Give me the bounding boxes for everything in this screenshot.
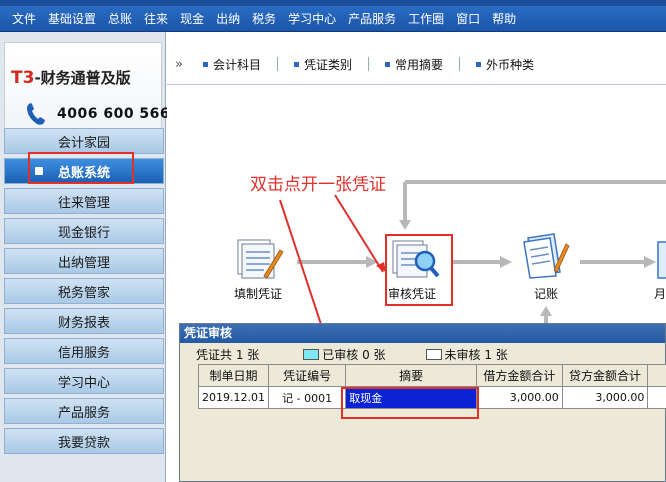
sidebar-item-accounting-home[interactable]: 会计家园 [4,128,164,154]
sidebar-item-label: 往来管理 [57,195,110,211]
sidebar-item-product-services[interactable]: 产品服务 [4,398,164,424]
dialog-title: 凭证审核 [180,324,665,343]
menu-basic-settings[interactable]: 基础设置 [42,6,102,32]
sidebar-item-financial-reports[interactable]: 财务报表 [4,308,164,334]
column-header-number[interactable]: 凭证编号 [267,364,347,387]
toolbar-item-currencies[interactable]: 外币种类 [476,56,534,73]
phone-icon [25,101,47,127]
menu-cash[interactable]: 现金 [174,6,210,32]
flow-label-month-end[interactable]: 月 [654,285,666,302]
menu-general-ledger[interactable]: 总账 [102,6,138,32]
highlight-box-review-voucher [385,234,453,306]
menu-tax[interactable]: 税务 [246,6,282,32]
sidebar-item-label: 信用服务 [57,345,110,361]
brand-phone-row: 4006 600 566 [25,101,170,127]
column-header-credit[interactable]: 贷方金额合计 [561,364,649,387]
highlight-box-general-ledger [28,152,134,184]
fill-voucher-icon[interactable] [234,236,284,282]
bullet-icon [385,61,390,67]
unreviewed-swatch [425,348,442,360]
sidebar-item-loans[interactable]: 我要贷款 [4,428,164,454]
sidebar-item-label: 我要贷款 [57,435,110,451]
toolbar-divider [459,57,461,71]
menu-receivables[interactable]: 往来 [138,6,174,32]
sidebar-item-cash-bank[interactable]: 现金银行 [4,218,164,244]
sidebar-item-label: 现金银行 [57,225,110,241]
cell-debit[interactable]: 3,000.00 [476,386,563,409]
cell-overflow [647,386,666,409]
bullet-icon [293,61,299,67]
cell-credit[interactable]: 3,000.00 [561,386,649,409]
sidebar: T3-财务通普及版 4006 600 566 会计家园 总账系统 往来管理 现金… [0,32,170,482]
table-header-row: 制单日期 凭证编号 摘要 借方金额合计 贷方金额合计 [198,364,666,387]
post-ledger-icon[interactable] [520,232,570,280]
sidebar-item-label: 学习中心 [57,375,110,391]
sidebar-item-credit-services[interactable]: 信用服务 [4,338,164,364]
bullet-icon [202,61,208,67]
sidebar-item-label: 财务报表 [57,315,110,331]
menu-window[interactable]: 窗口 [450,6,486,32]
column-header-debit[interactable]: 借方金额合计 [476,364,563,387]
toolbar-item-common-summaries[interactable]: 常用摘要 [385,56,443,73]
toolbar-item-accounts[interactable]: 会计科目 [202,56,261,73]
unreviewed-count: 未审核 1 张 [444,347,508,362]
menu-bar: 文件 基础设置 总账 往来 现金 出纳 税务 学习中心 产品服务 工作圈 窗口 … [0,6,666,32]
app-window: 文件 基础设置 总账 往来 现金 出纳 税务 学习中心 产品服务 工作圈 窗口 … [0,0,666,482]
reviewed-swatch [303,348,320,360]
menu-learning-center[interactable]: 学习中心 [282,6,342,32]
column-header-overflow [647,364,666,387]
menu-product-services[interactable]: 产品服务 [342,6,402,32]
toolbar-divider-line [167,84,666,85]
toolbar-divider [276,57,278,71]
menu-help[interactable]: 帮助 [486,6,522,32]
flow-label-post[interactable]: 记账 [534,285,558,302]
reviewed-count: 已审核 0 张 [322,347,386,362]
bullet-icon [476,61,482,67]
cell-date[interactable]: 2019.12.01 [198,386,269,409]
toolbar-chevron-icon[interactable]: » [175,57,183,72]
toolbar-item-voucher-types[interactable]: 凭证类别 [293,56,352,73]
menu-cashier[interactable]: 出纳 [210,6,246,32]
toolbar-divider [368,57,369,71]
cell-number[interactable]: 记 - 0001 [267,386,347,409]
sidebar-item-label: 会计家园 [57,135,110,151]
month-end-icon[interactable] [656,240,666,280]
sidebar-item-cashier[interactable]: 出纳管理 [4,248,164,274]
support-phone: 4006 600 566 [57,106,171,122]
highlight-box-voucher-row [341,387,479,419]
sidebar-item-receivables[interactable]: 往来管理 [4,188,164,214]
sidebar-item-label: 税务管家 [57,285,110,301]
sidebar-item-label: 产品服务 [57,405,110,421]
sidebar-item-tax[interactable]: 税务管家 [4,278,164,304]
sidebar-item-label: 出纳管理 [57,255,110,271]
total-count: 凭证共 1 张 [196,347,260,362]
menu-file[interactable]: 文件 [6,6,42,32]
toolbar: » 会计科目 凭证类别 常用摘要 外币种类 [167,52,666,76]
brand-logo-t3: T3 [11,68,35,88]
sidebar-item-learning-center[interactable]: 学习中心 [4,368,164,394]
brand-product-name: -财务通普及版 [34,69,131,87]
column-header-summary[interactable]: 摘要 [345,364,478,387]
menu-work-circle[interactable]: 工作圈 [402,6,450,32]
annotation-text: 双击点开一张凭证 [250,175,386,195]
column-header-date[interactable]: 制单日期 [198,364,269,387]
brand-title: T3-财务通普及版 [11,67,131,88]
flow-label-fill-voucher[interactable]: 填制凭证 [234,285,282,302]
dialog-status-bar: 凭证共 1 张 已审核 0 张 未审核 1 张 [180,344,666,364]
